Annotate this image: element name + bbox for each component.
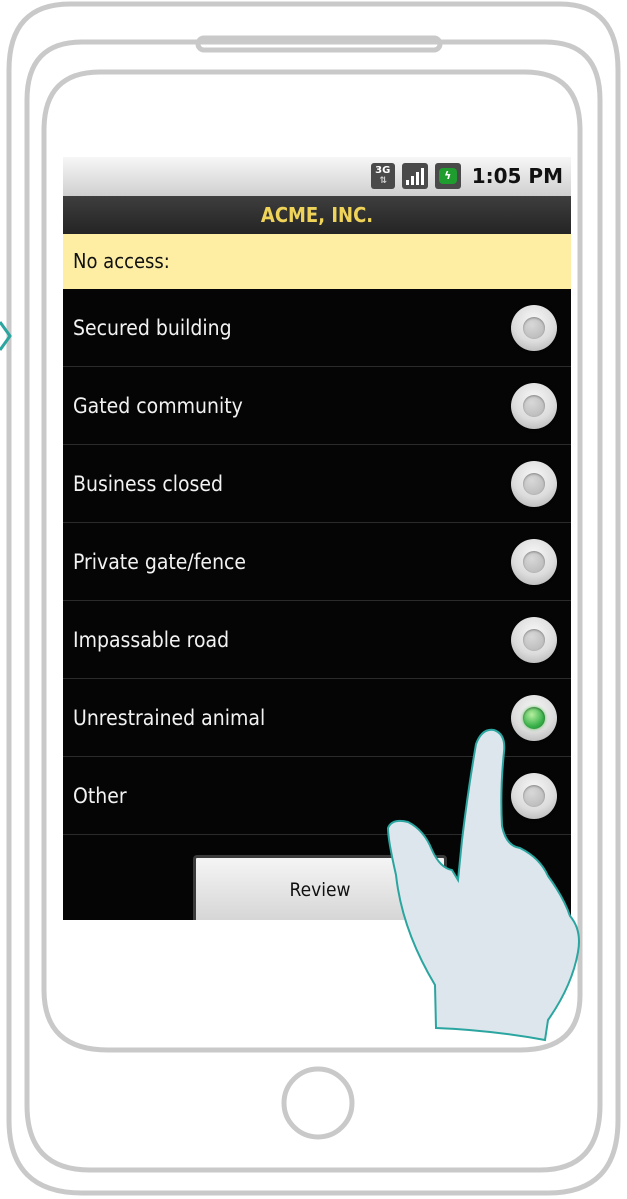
option-label: Business closed	[73, 472, 223, 496]
radio-button[interactable]	[511, 383, 557, 429]
home-button[interactable]	[281, 1066, 355, 1140]
radio-button[interactable]	[511, 461, 557, 507]
list-item-secured-building[interactable]: Secured building	[63, 289, 571, 367]
option-label: Other	[73, 784, 127, 808]
radio-button-selected[interactable]	[511, 695, 557, 741]
list-item-business-closed[interactable]: Business closed	[63, 445, 571, 523]
pointer-arrow-icon	[0, 321, 12, 351]
device-screen: 3G ⇅ ϟ 1:05 PM ACME, INC. No access: Secu…	[63, 157, 571, 920]
option-label: Impassable road	[73, 628, 230, 652]
signal-strength-icon	[401, 163, 428, 189]
option-label: Secured building	[73, 316, 232, 340]
radio-button[interactable]	[511, 773, 557, 819]
section-header: No access:	[63, 234, 571, 289]
review-button[interactable]: Review	[193, 855, 447, 920]
option-label: Gated community	[73, 394, 243, 418]
radio-button[interactable]	[511, 539, 557, 585]
option-label: Private gate/fence	[73, 550, 247, 574]
app-title: ACME, INC.	[63, 196, 571, 234]
list-item-impassable-road[interactable]: Impassable road	[63, 601, 571, 679]
battery-charging-icon: ϟ	[434, 163, 461, 189]
radio-button[interactable]	[511, 617, 557, 663]
status-bar: 3G ⇅ ϟ 1:05 PM	[63, 157, 571, 196]
status-time: 1:05 PM	[471, 164, 563, 188]
list-item-unrestrained-animal[interactable]: Unrestrained animal	[63, 679, 571, 757]
list-item-private-gate-fence[interactable]: Private gate/fence	[63, 523, 571, 601]
options-list: Secured building Gated community Busines…	[63, 289, 571, 835]
radio-button[interactable]	[511, 305, 557, 351]
list-item-gated-community[interactable]: Gated community	[63, 367, 571, 445]
option-label: Unrestrained animal	[73, 706, 266, 730]
3g-data-icon: 3G ⇅	[370, 163, 395, 189]
list-item-other[interactable]: Other	[63, 757, 571, 835]
